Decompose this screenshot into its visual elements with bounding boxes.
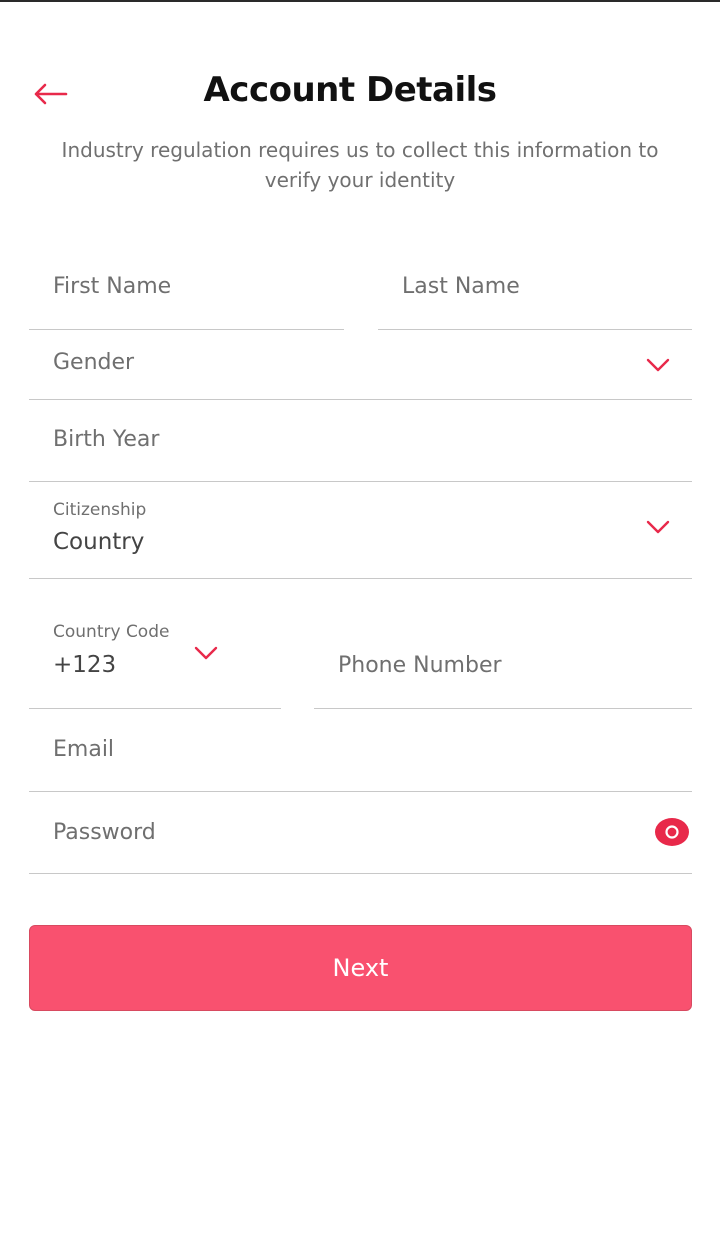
phone-number-placeholder: Phone Number <box>338 653 502 678</box>
birth-year-field[interactable]: Birth Year <box>29 400 692 482</box>
password-placeholder: Password <box>53 820 156 845</box>
chevron-down-icon[interactable] <box>646 520 670 534</box>
account-details-screen: Account Details Industry regulation requ… <box>0 0 720 1245</box>
eye-icon <box>655 818 689 846</box>
page-subtitle: Industry regulation requires us to colle… <box>61 138 659 192</box>
birth-year-placeholder: Birth Year <box>53 427 160 452</box>
citizenship-value: Country <box>53 529 145 555</box>
first-name-field[interactable]: First Name <box>29 248 344 330</box>
country-code-select[interactable]: Country Code +123 <box>29 605 281 709</box>
chevron-down-icon[interactable] <box>646 358 670 372</box>
first-name-placeholder: First Name <box>53 274 172 299</box>
gender-select[interactable]: Gender <box>29 330 692 400</box>
country-code-label: Country Code <box>53 622 170 642</box>
last-name-field[interactable]: Last Name <box>378 248 692 330</box>
status-divider <box>0 0 720 2</box>
password-field[interactable]: Password <box>29 792 692 874</box>
page-title: Account Details <box>203 70 497 110</box>
toggle-password-visibility-button[interactable] <box>654 816 690 848</box>
phone-number-field[interactable]: Phone Number <box>314 605 692 709</box>
gender-placeholder: Gender <box>53 350 135 375</box>
citizenship-label: Citizenship <box>53 500 147 520</box>
country-code-value: +123 <box>53 652 117 678</box>
email-field[interactable]: Email <box>29 709 692 792</box>
next-button[interactable]: Next <box>29 925 692 1011</box>
chevron-down-icon[interactable] <box>194 646 218 660</box>
email-placeholder: Email <box>53 737 115 762</box>
citizenship-select[interactable]: Citizenship Country <box>29 482 692 579</box>
last-name-placeholder: Last Name <box>402 274 520 299</box>
